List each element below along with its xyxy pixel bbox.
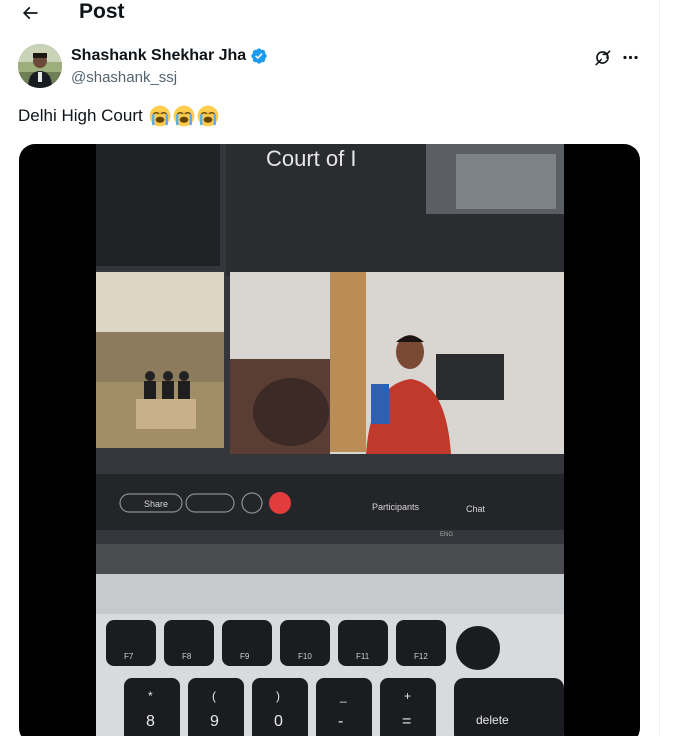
number-keys-row: * 8 (9) 0 _ - + = xyxy=(124,678,436,736)
post-text: Delhi High Court xyxy=(18,104,219,128)
more-options-button[interactable] xyxy=(619,46,641,68)
avatar[interactable] xyxy=(18,44,62,88)
toolbar-participants: Participants xyxy=(372,502,420,512)
handle-link[interactable]: @shashank_ssj xyxy=(71,68,177,88)
back-button[interactable] xyxy=(16,1,44,25)
function-key-label: F9 xyxy=(240,652,250,661)
function-key-label: F7 xyxy=(124,652,134,661)
loudly-crying-face-icon xyxy=(173,105,195,127)
number-key-bottom-label: 0 xyxy=(274,713,283,730)
function-key-label: F11 xyxy=(356,652,370,661)
function-key-label: F10 xyxy=(298,652,312,661)
signage-text: Court of I xyxy=(266,146,356,171)
number-key-top-label: * xyxy=(148,689,153,703)
number-key-bottom-label: = xyxy=(402,713,411,730)
number-key-bottom-label: 8 xyxy=(146,713,155,730)
number-key-bottom-label: 9 xyxy=(210,713,219,730)
loudly-crying-face-icon xyxy=(149,105,171,127)
number-key-top-label: ( xyxy=(212,689,216,703)
number-key-top-label: + xyxy=(404,689,411,703)
post-header: Post xyxy=(0,0,659,28)
emoji-group xyxy=(149,105,219,127)
toolbar-chat: Chat xyxy=(466,504,486,514)
arrow-left-icon xyxy=(22,6,38,20)
number-key xyxy=(316,678,372,736)
toolbar-lang: ENG xyxy=(440,532,453,538)
post-body-text: Delhi High Court xyxy=(18,106,143,125)
post-author: Shashank Shekhar Jha @shashank_ssj xyxy=(18,44,648,90)
delete-key-label: delete xyxy=(476,713,509,727)
loudly-crying-face-icon xyxy=(197,105,219,127)
toolbar-share: Share xyxy=(144,499,168,509)
page-title: Post xyxy=(79,0,125,23)
number-key-top-label: ) xyxy=(276,689,280,703)
number-key-top-label: _ xyxy=(339,689,347,703)
video-frame: Court of I Share Participants Chat ENG F… xyxy=(96,144,564,736)
more-horizontal-icon xyxy=(622,55,638,59)
column-divider xyxy=(659,0,660,736)
display-name: Shashank Shekhar Jha xyxy=(71,47,247,64)
grok-button[interactable] xyxy=(591,46,613,68)
display-name-link[interactable]: Shashank Shekhar Jha xyxy=(71,46,268,66)
function-key-label: F8 xyxy=(182,652,192,661)
function-key-label: F12 xyxy=(414,652,428,661)
number-key-bottom-label: - xyxy=(338,713,343,730)
video-player[interactable]: Court of I Share Participants Chat ENG F… xyxy=(19,144,640,736)
verified-badge-icon xyxy=(251,48,267,64)
grok-icon xyxy=(594,49,610,65)
